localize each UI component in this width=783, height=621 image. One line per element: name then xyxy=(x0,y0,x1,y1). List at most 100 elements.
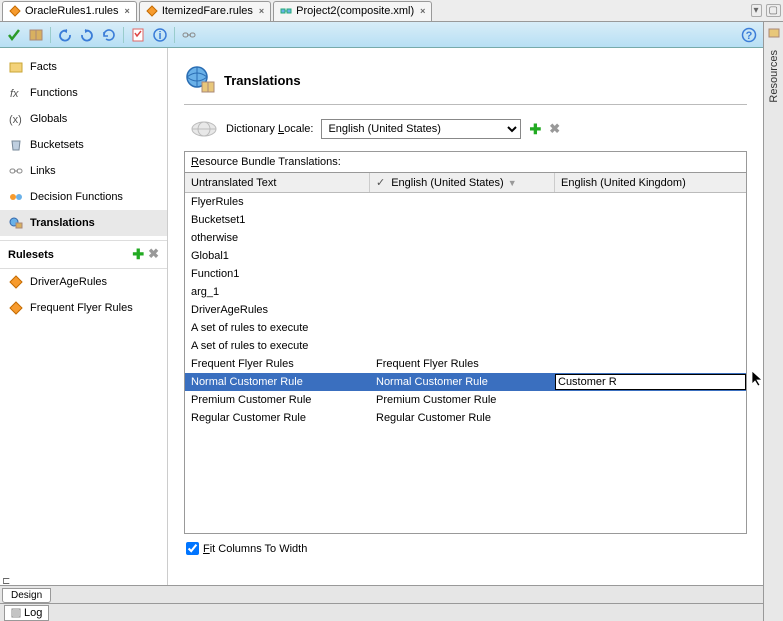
cell-untranslated[interactable]: Function1 xyxy=(185,267,370,281)
cell-en-gb[interactable] xyxy=(555,201,746,203)
cell-en-gb[interactable] xyxy=(555,219,746,221)
cell-untranslated[interactable]: Normal Customer Rule xyxy=(185,375,370,389)
cell-en-us[interactable] xyxy=(370,291,555,293)
cell-untranslated[interactable]: A set of rules to execute xyxy=(185,339,370,353)
validate-icon[interactable] xyxy=(6,27,22,43)
tab-label: Project2(composite.xml) xyxy=(296,5,414,17)
undo-icon[interactable] xyxy=(57,27,73,43)
cell-en-us[interactable] xyxy=(370,201,555,203)
table-row[interactable]: Global1 xyxy=(185,247,746,265)
cell-en-us[interactable] xyxy=(370,219,555,221)
nav-decision-functions[interactable]: Decision Functions xyxy=(0,184,167,210)
add-locale-button[interactable]: ✚ xyxy=(529,121,541,138)
cell-en-gb[interactable] xyxy=(555,255,746,257)
info-icon[interactable]: i xyxy=(152,27,168,43)
cell-en-us[interactable]: Frequent Flyer Rules xyxy=(370,357,555,371)
fit-columns-checkbox[interactable] xyxy=(186,542,199,555)
table-row[interactable]: Normal Customer RuleNormal Customer Rule… xyxy=(185,373,746,391)
refresh-icon[interactable] xyxy=(101,27,117,43)
dictionary-icon[interactable] xyxy=(28,27,44,43)
cell-untranslated[interactable]: DriverAgeRules xyxy=(185,303,370,317)
cell-en-gb[interactable] xyxy=(555,309,746,311)
cell-untranslated[interactable]: arg_1 xyxy=(185,285,370,299)
table-row[interactable]: A set of rules to execute xyxy=(185,319,746,337)
table-row[interactable]: FlyerRules xyxy=(185,193,746,211)
cell-en-us[interactable] xyxy=(370,237,555,239)
table-row[interactable]: Function1 xyxy=(185,265,746,283)
cell-en-gb[interactable] xyxy=(555,273,746,275)
fit-columns-row: Fit Columns To Width xyxy=(184,534,747,563)
fit-columns-label[interactable]: Fit Columns To Width xyxy=(203,543,307,555)
link-icon[interactable] xyxy=(181,27,197,43)
tab-label: OracleRules1.rules xyxy=(25,5,119,17)
help-icon[interactable]: ? xyxy=(741,27,757,43)
cell-en-us[interactable] xyxy=(370,255,555,257)
locale-select[interactable]: English (United States) xyxy=(321,119,521,139)
tab-maximize-button[interactable]: ▢ xyxy=(766,4,781,17)
cell-untranslated[interactable]: Premium Customer Rule xyxy=(185,393,370,407)
corner-marker: ⊏ xyxy=(0,576,10,587)
cell-en-gb[interactable] xyxy=(555,237,746,239)
redo-icon[interactable] xyxy=(79,27,95,43)
tab-close-icon[interactable]: × xyxy=(125,6,130,16)
content-pane: Translations Dictionary Locale: English … xyxy=(168,48,763,585)
ruleset-frequentflyer[interactable]: Frequent Flyer Rules xyxy=(0,295,167,321)
table-row[interactable]: DriverAgeRules xyxy=(185,301,746,319)
tab-close-icon[interactable]: × xyxy=(259,6,264,16)
delete-locale-button[interactable]: ✖ xyxy=(549,121,560,137)
col-header-en-us[interactable]: ✓English (United States)▼ xyxy=(370,173,555,192)
nav-translations[interactable]: Translations xyxy=(0,210,167,236)
cell-en-gb[interactable] xyxy=(555,291,746,293)
tab-close-icon[interactable]: × xyxy=(420,6,425,16)
tab-project2[interactable]: Project2(composite.xml) × xyxy=(273,1,432,21)
table-row[interactable]: Regular Customer RuleRegular Customer Ru… xyxy=(185,409,746,427)
nav-globals[interactable]: (x) Globals xyxy=(0,106,167,132)
tab-oraclerules[interactable]: OracleRules1.rules × xyxy=(2,1,137,21)
resources-tab[interactable]: Resources xyxy=(768,50,780,103)
cell-untranslated[interactable]: FlyerRules xyxy=(185,195,370,209)
add-ruleset-button[interactable]: ✚ xyxy=(132,246,144,263)
tab-itemizedfare[interactable]: ItemizedFare.rules × xyxy=(139,1,271,21)
design-tab[interactable]: Design xyxy=(2,588,51,603)
table-row[interactable]: Premium Customer RulePremium Customer Ru… xyxy=(185,391,746,409)
nav-links[interactable]: Links xyxy=(0,158,167,184)
log-tab[interactable]: Log xyxy=(4,605,49,621)
table-row[interactable]: arg_1 xyxy=(185,283,746,301)
cell-untranslated[interactable]: otherwise xyxy=(185,231,370,245)
cell-untranslated[interactable]: Regular Customer Rule xyxy=(185,411,370,425)
test-icon[interactable] xyxy=(130,27,146,43)
cell-en-gb[interactable] xyxy=(555,417,746,419)
cell-en-us[interactable] xyxy=(370,327,555,329)
col-header-untranslated[interactable]: Untranslated Text xyxy=(185,173,370,192)
cell-editor[interactable]: Customer R xyxy=(555,374,746,390)
cell-en-us[interactable]: Regular Customer Rule xyxy=(370,411,555,425)
cell-en-us[interactable] xyxy=(370,309,555,311)
delete-ruleset-button[interactable]: ✖ xyxy=(148,246,159,263)
cell-en-us[interactable]: Premium Customer Rule xyxy=(370,393,555,407)
cell-untranslated[interactable]: Frequent Flyer Rules xyxy=(185,357,370,371)
left-navigator: Facts fx Functions (x) Globals Bucketset… xyxy=(0,48,168,585)
cell-en-us[interactable] xyxy=(370,273,555,275)
nav-bucketsets[interactable]: Bucketsets xyxy=(0,132,167,158)
cell-en-gb[interactable] xyxy=(555,399,746,401)
cell-untranslated[interactable]: Global1 xyxy=(185,249,370,263)
grid-body[interactable]: FlyerRules Bucketset1 otherwise Global1 Func… xyxy=(185,193,746,533)
cell-en-us[interactable]: Normal Customer Rule xyxy=(370,375,555,389)
cell-untranslated[interactable]: Bucketset1 xyxy=(185,213,370,227)
globals-icon: (x) xyxy=(8,111,24,127)
table-row[interactable]: Frequent Flyer RulesFrequent Flyer Rules xyxy=(185,355,746,373)
nav-facts[interactable]: Facts xyxy=(0,54,167,80)
cell-en-gb[interactable]: Customer R xyxy=(555,374,746,390)
nav-functions[interactable]: fx Functions xyxy=(0,80,167,106)
cell-en-gb[interactable] xyxy=(555,327,746,329)
col-header-en-gb[interactable]: English (United Kingdom) xyxy=(555,173,746,192)
table-row[interactable]: A set of rules to execute xyxy=(185,337,746,355)
cell-en-gb[interactable] xyxy=(555,345,746,347)
table-row[interactable]: Bucketset1 xyxy=(185,211,746,229)
cell-en-us[interactable] xyxy=(370,345,555,347)
cell-en-gb[interactable] xyxy=(555,363,746,365)
ruleset-driverage[interactable]: DriverAgeRules xyxy=(0,269,167,295)
cell-untranslated[interactable]: A set of rules to execute xyxy=(185,321,370,335)
tab-overflow-button[interactable]: ▾ xyxy=(751,4,762,17)
table-row[interactable]: otherwise xyxy=(185,229,746,247)
